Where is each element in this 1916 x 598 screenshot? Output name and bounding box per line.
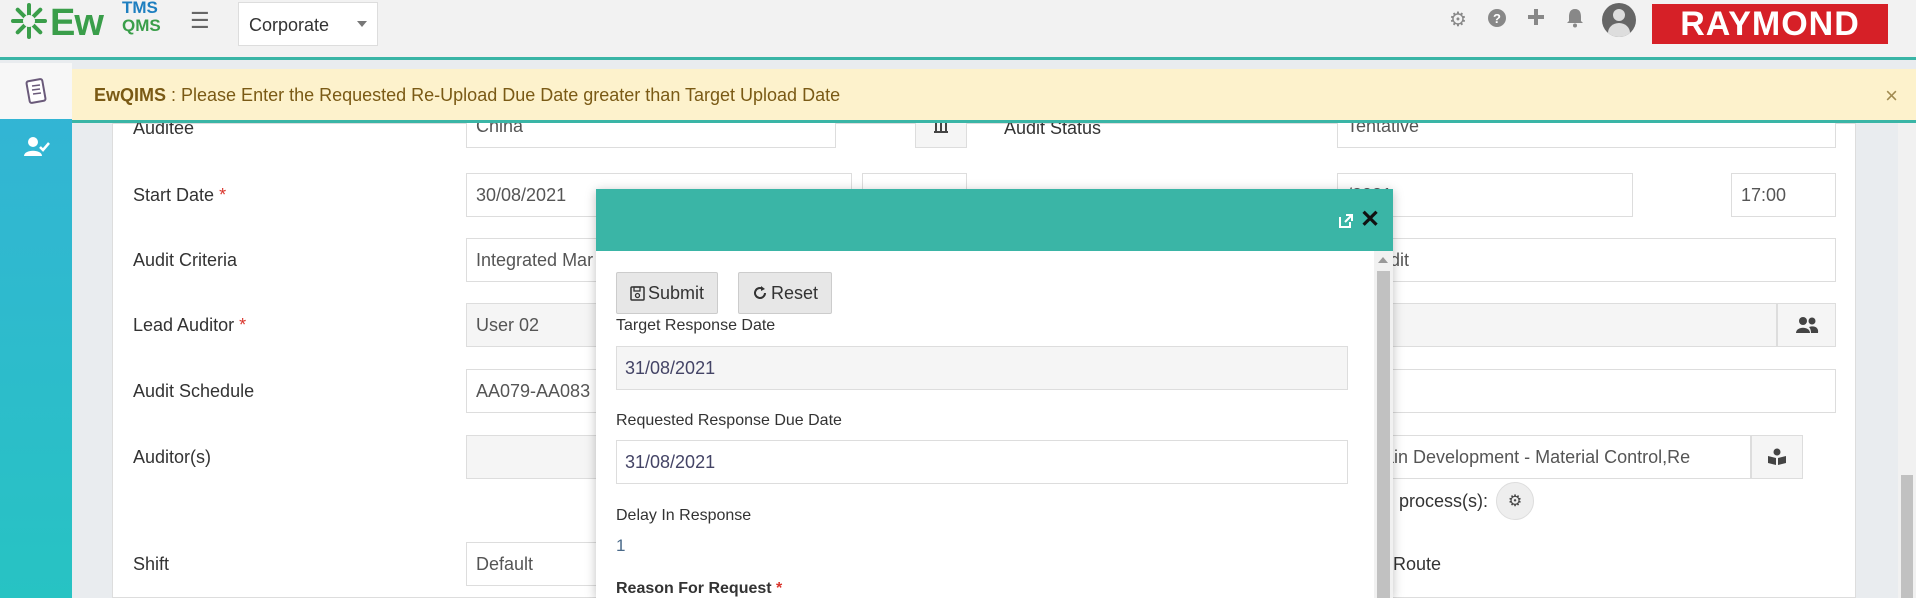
reset-button[interactable]: Reset <box>738 272 833 314</box>
process-settings-button[interactable]: ⚙ <box>1496 482 1534 520</box>
page-scrollbar-thumb[interactable] <box>1901 475 1913 598</box>
validation-alert: EwQIMS : Please Enter the Requested Re-U… <box>72 69 1916 123</box>
requested-response-due-date-label: Requested Response Due Date <box>616 412 842 429</box>
app-logo[interactable]: Ew TMS QMS <box>10 0 170 44</box>
document-icon <box>25 78 47 104</box>
brand-logo: RAYMOND <box>1652 4 1888 44</box>
plus-icon[interactable] <box>1524 8 1548 32</box>
alert-close-icon[interactable]: × <box>1885 83 1898 109</box>
lead-auditor-label: Lead Auditor * <box>133 315 247 335</box>
page-scrollbar[interactable] <box>1898 123 1916 598</box>
reupload-request-modal: ✕ Submit Reset Target Response Date 31/0… <box>596 189 1393 598</box>
user-check-icon <box>24 137 50 156</box>
external-link-icon[interactable] <box>1338 213 1354 229</box>
audit-criteria-label: Audit Criteria <box>133 250 238 270</box>
target-response-date-label: Target Response Date <box>616 317 776 334</box>
sidebar-item-documents[interactable] <box>0 63 72 119</box>
chevron-down-icon <box>357 21 367 27</box>
gear-icon[interactable]: ⚙ <box>1446 8 1470 32</box>
svg-text:?: ? <box>1493 11 1501 26</box>
alert-message: : Please Enter the Requested Re-Upload D… <box>166 85 841 105</box>
cogs-icon: ⚙ <box>1507 493 1523 510</box>
start-date-label: Start Date * <box>133 185 227 205</box>
auditors-label: Auditor(s) <box>133 447 212 467</box>
process-label: process(s): <box>1399 491 1489 511</box>
organization-select-value: Corporate <box>249 15 330 35</box>
scroll-up-arrow-icon[interactable] <box>1378 257 1388 263</box>
delay-in-response-label: Delay In Response <box>616 507 752 524</box>
modal-header: ✕ <box>596 189 1393 251</box>
users-lookup-button[interactable] <box>1777 303 1836 347</box>
auditee-representative-field[interactable]: 07 <box>1337 303 1777 347</box>
modal-close-icon[interactable]: ✕ <box>1360 207 1380 233</box>
book-reader-icon <box>1768 448 1786 465</box>
header-actions: ⚙ ? <box>1446 3 1636 37</box>
delay-in-response-value: 1 <box>616 536 626 555</box>
alert-app-name: EwQIMS <box>94 85 167 105</box>
user-avatar[interactable] <box>1602 3 1636 37</box>
menu-toggle-icon[interactable]: ☰ <box>190 10 214 32</box>
route-label: Route <box>1393 554 1442 574</box>
target-response-date-field: 31/08/2021 <box>616 346 1348 390</box>
schedule-right-field[interactable] <box>1337 369 1836 413</box>
shift-label: Shift <box>133 554 170 574</box>
left-sidebar <box>0 63 72 598</box>
audit-type-field[interactable]: ss audit <box>1337 238 1836 282</box>
reset-icon <box>754 286 766 299</box>
top-header: Ew TMS QMS ☰ Corporate ⚙ ? RAYMOND <box>0 0 1916 60</box>
save-icon <box>630 285 645 301</box>
process-field[interactable]: y Chain Development - Material Control,R… <box>1337 435 1751 479</box>
reason-for-request-label: Reason For Request * <box>616 580 783 597</box>
process-lookup-button[interactable] <box>1751 435 1803 479</box>
end-time-field[interactable]: 17:00 <box>1731 173 1836 217</box>
users-icon <box>1795 317 1818 333</box>
logo-qms: QMS <box>122 16 161 35</box>
sidebar-item-user-check[interactable] <box>0 119 72 175</box>
organization-select[interactable]: Corporate <box>238 2 378 46</box>
help-icon[interactable]: ? <box>1485 8 1509 32</box>
requested-response-due-date-field[interactable]: 31/08/2021 <box>616 440 1348 484</box>
modal-scrollbar-thumb[interactable] <box>1377 271 1390 598</box>
audit-schedule-label: Audit Schedule <box>133 381 255 401</box>
logo-burst-icon <box>11 3 47 39</box>
modal-scrollbar[interactable] <box>1374 251 1393 598</box>
bell-icon[interactable] <box>1563 8 1587 32</box>
submit-button[interactable]: Submit <box>616 272 719 314</box>
logo-text: Ew <box>50 2 104 44</box>
